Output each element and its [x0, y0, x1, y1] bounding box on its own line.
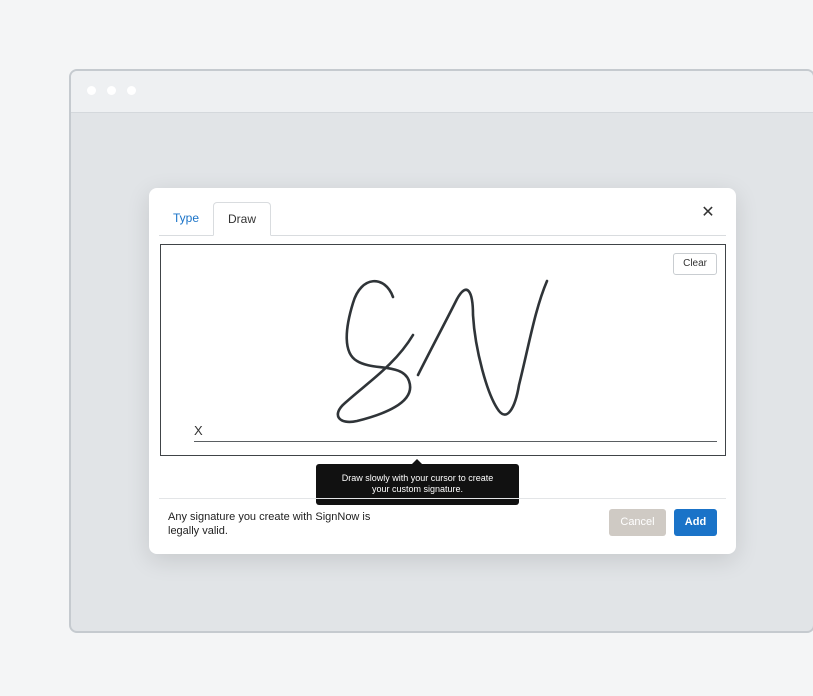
tab-type[interactable]: Type [159, 202, 213, 235]
signature-drawing [336, 279, 549, 424]
signature-x-mark: X [194, 423, 203, 438]
window-dot-icon [127, 86, 136, 95]
tooltip-line: your custom signature. [371, 484, 464, 494]
tab-bar: Type Draw [159, 202, 726, 236]
legal-notice: Any signature you create with SignNow is… [168, 510, 408, 538]
legal-notice-line: Any signature you create with SignNow is [168, 511, 371, 523]
browser-title-bar [71, 71, 813, 113]
signature-canvas[interactable]: Clear X [160, 244, 726, 456]
signature-dialog: Type Draw ✕ Clear X Draw slowly with you… [149, 188, 736, 554]
tooltip-arrow-icon [412, 459, 422, 464]
close-icon[interactable]: ✕ [700, 205, 716, 221]
clear-button[interactable]: Clear [673, 253, 717, 275]
cancel-button[interactable]: Cancel [609, 509, 666, 536]
legal-notice-line: legally valid. [168, 525, 228, 537]
add-button[interactable]: Add [674, 509, 717, 536]
window-dot-icon [107, 86, 116, 95]
window-dot-icon [87, 86, 96, 95]
tab-draw[interactable]: Draw [213, 202, 272, 236]
signature-baseline [194, 441, 717, 442]
footer-divider [159, 498, 726, 499]
tooltip-line: Draw slowly with your cursor to create [341, 473, 494, 483]
